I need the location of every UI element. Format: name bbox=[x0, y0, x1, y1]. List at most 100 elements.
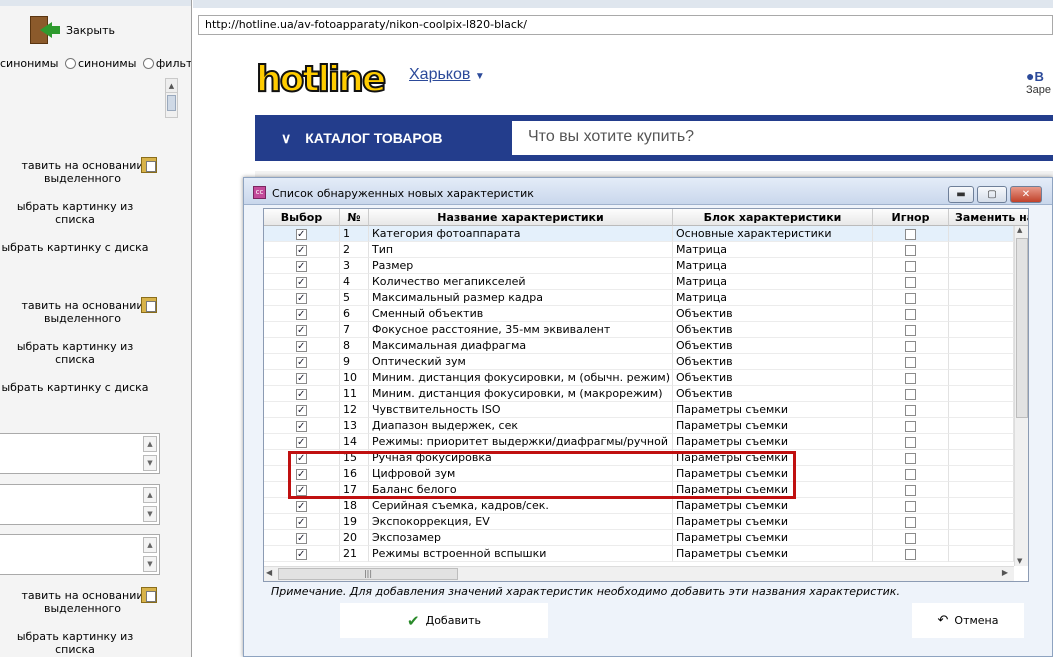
select-checkbox[interactable] bbox=[296, 435, 307, 449]
ignore-cell[interactable] bbox=[873, 418, 949, 434]
select-cell[interactable] bbox=[264, 242, 340, 258]
replace-cell[interactable] bbox=[949, 370, 1014, 386]
close-button[interactable]: Закрыть bbox=[28, 12, 148, 48]
characteristic-block[interactable]: Объектив bbox=[673, 386, 873, 402]
scroll-left-icon[interactable]: ◀ bbox=[266, 568, 272, 577]
ignore-cell[interactable] bbox=[873, 370, 949, 386]
table-row[interactable]: 14Режимы: приоритет выдержки/диафрагмы/р… bbox=[264, 434, 1014, 450]
replace-cell[interactable] bbox=[949, 322, 1014, 338]
ignore-checkbox[interactable] bbox=[905, 436, 916, 448]
characteristic-block[interactable]: Объектив bbox=[673, 322, 873, 338]
add-button[interactable]: ✔ Добавить bbox=[340, 603, 548, 638]
ignore-cell[interactable] bbox=[873, 290, 949, 306]
listbox-2[interactable]: ▲ ▼ bbox=[0, 484, 160, 525]
ignore-checkbox[interactable] bbox=[905, 244, 916, 256]
select-cell[interactable] bbox=[264, 338, 340, 354]
table-row[interactable]: 19Экспокоррекция, EVПараметры съемки bbox=[264, 514, 1014, 530]
ignore-cell[interactable] bbox=[873, 306, 949, 322]
ignore-checkbox[interactable] bbox=[905, 228, 916, 240]
select-checkbox[interactable] bbox=[296, 339, 307, 353]
ignore-checkbox[interactable] bbox=[905, 356, 916, 368]
ignore-cell[interactable] bbox=[873, 258, 949, 274]
characteristics-grid[interactable]: Выбор № Название характеристики Блок хар… bbox=[263, 208, 1029, 582]
characteristic-block[interactable]: Параметры съемки bbox=[673, 402, 873, 418]
pick-from-disk-button-1[interactable]: ыбрать картинку с диска bbox=[0, 241, 150, 254]
replace-cell[interactable] bbox=[949, 402, 1014, 418]
ignore-cell[interactable] bbox=[873, 242, 949, 258]
ignore-checkbox[interactable] bbox=[905, 484, 916, 496]
replace-cell[interactable] bbox=[949, 274, 1014, 290]
characteristic-name[interactable]: Максимальный размер кадра bbox=[369, 290, 673, 306]
characteristic-name[interactable]: Экспозамер bbox=[369, 530, 673, 546]
replace-cell[interactable] bbox=[949, 498, 1014, 514]
select-checkbox[interactable] bbox=[296, 243, 307, 257]
grid-horizontal-scrollbar[interactable]: ◀ ||| ▶ bbox=[264, 566, 1014, 581]
search-input[interactable]: Что вы хотите купить? bbox=[512, 121, 1053, 155]
ignore-checkbox[interactable] bbox=[905, 308, 916, 320]
cancel-button[interactable]: ↶ Отмена bbox=[912, 603, 1024, 638]
radio-synonyms[interactable] bbox=[64, 58, 76, 69]
insert-based-button-2[interactable]: тавить на основании выделенного bbox=[0, 297, 165, 325]
replace-cell[interactable] bbox=[949, 466, 1014, 482]
characteristic-name[interactable]: Категория фотоаппарата bbox=[369, 226, 673, 242]
table-row[interactable]: 13Диапазон выдержек, секПараметры съемки bbox=[264, 418, 1014, 434]
select-cell[interactable] bbox=[264, 530, 340, 546]
ignore-checkbox[interactable] bbox=[905, 452, 916, 464]
ignore-cell[interactable] bbox=[873, 322, 949, 338]
characteristic-block[interactable]: Параметры съемки bbox=[673, 530, 873, 546]
ignore-cell[interactable] bbox=[873, 354, 949, 370]
table-row[interactable]: 9Оптический зумОбъектив bbox=[264, 354, 1014, 370]
select-cell[interactable] bbox=[264, 274, 340, 290]
table-row[interactable]: 7Фокусное расстояние, 35-мм эквивалентОб… bbox=[264, 322, 1014, 338]
select-cell[interactable] bbox=[264, 434, 340, 450]
ignore-cell[interactable] bbox=[873, 338, 949, 354]
replace-cell[interactable] bbox=[949, 354, 1014, 370]
radio-filter[interactable] bbox=[142, 58, 154, 69]
col-header-name[interactable]: Название характеристики bbox=[369, 209, 673, 226]
pick-from-disk-button-2[interactable]: ыбрать картинку с диска bbox=[0, 381, 150, 394]
characteristic-block[interactable]: Параметры съемки bbox=[673, 514, 873, 530]
select-cell[interactable] bbox=[264, 546, 340, 562]
ignore-cell[interactable] bbox=[873, 514, 949, 530]
ignore-checkbox[interactable] bbox=[905, 548, 916, 560]
characteristic-name[interactable]: Серийная съемка, кадров/сек. bbox=[369, 498, 673, 514]
characteristic-block[interactable]: Параметры съемки bbox=[673, 498, 873, 514]
select-cell[interactable] bbox=[264, 370, 340, 386]
select-cell[interactable] bbox=[264, 258, 340, 274]
scroll-up-icon[interactable]: ▲ bbox=[1017, 226, 1022, 234]
characteristic-name[interactable]: Миним. дистанция фокусировки, м (макроре… bbox=[369, 386, 673, 402]
insert-based-button-1[interactable]: тавить на основании выделенного bbox=[0, 157, 165, 185]
ignore-checkbox[interactable] bbox=[905, 340, 916, 352]
ignore-checkbox[interactable] bbox=[905, 532, 916, 544]
replace-cell[interactable] bbox=[949, 450, 1014, 466]
replace-cell[interactable] bbox=[949, 482, 1014, 498]
ignore-cell[interactable] bbox=[873, 466, 949, 482]
ignore-checkbox[interactable] bbox=[905, 372, 916, 384]
characteristic-name[interactable]: Фокусное расстояние, 35-мм эквивалент bbox=[369, 322, 673, 338]
ignore-cell[interactable] bbox=[873, 546, 949, 562]
characteristic-block[interactable]: Основные характеристики bbox=[673, 226, 873, 242]
scroll-thumb[interactable] bbox=[167, 95, 176, 111]
characteristic-name[interactable]: Максимальная диафрагма bbox=[369, 338, 673, 354]
listbox-3[interactable]: ▲ ▼ bbox=[0, 534, 160, 575]
table-row[interactable]: 20ЭкспозамерПараметры съемки bbox=[264, 530, 1014, 546]
ignore-checkbox[interactable] bbox=[905, 468, 916, 480]
scroll-up-icon[interactable]: ▲ bbox=[143, 487, 157, 503]
select-checkbox[interactable] bbox=[296, 387, 307, 401]
ignore-cell[interactable] bbox=[873, 386, 949, 402]
select-checkbox[interactable] bbox=[296, 307, 307, 321]
characteristic-name[interactable]: Режимы встроенной вспышки bbox=[369, 546, 673, 562]
col-header-replace[interactable]: Заменить на bbox=[949, 209, 1028, 226]
table-row[interactable]: 10Миним. дистанция фокусировки, м (обычн… bbox=[264, 370, 1014, 386]
characteristic-name[interactable]: Чувствительность ISO bbox=[369, 402, 673, 418]
table-row[interactable]: 6Сменный объективОбъектив bbox=[264, 306, 1014, 322]
pick-from-list-button-1[interactable]: ыбрать картинку из списка bbox=[0, 200, 150, 226]
select-checkbox[interactable] bbox=[296, 499, 307, 513]
ignore-cell[interactable] bbox=[873, 482, 949, 498]
select-checkbox[interactable] bbox=[296, 323, 307, 337]
ignore-checkbox[interactable] bbox=[905, 420, 916, 432]
col-header-number[interactable]: № bbox=[340, 209, 369, 226]
ignore-cell[interactable] bbox=[873, 274, 949, 290]
vertical-scroll-thumb[interactable] bbox=[1016, 238, 1028, 418]
select-cell[interactable] bbox=[264, 498, 340, 514]
